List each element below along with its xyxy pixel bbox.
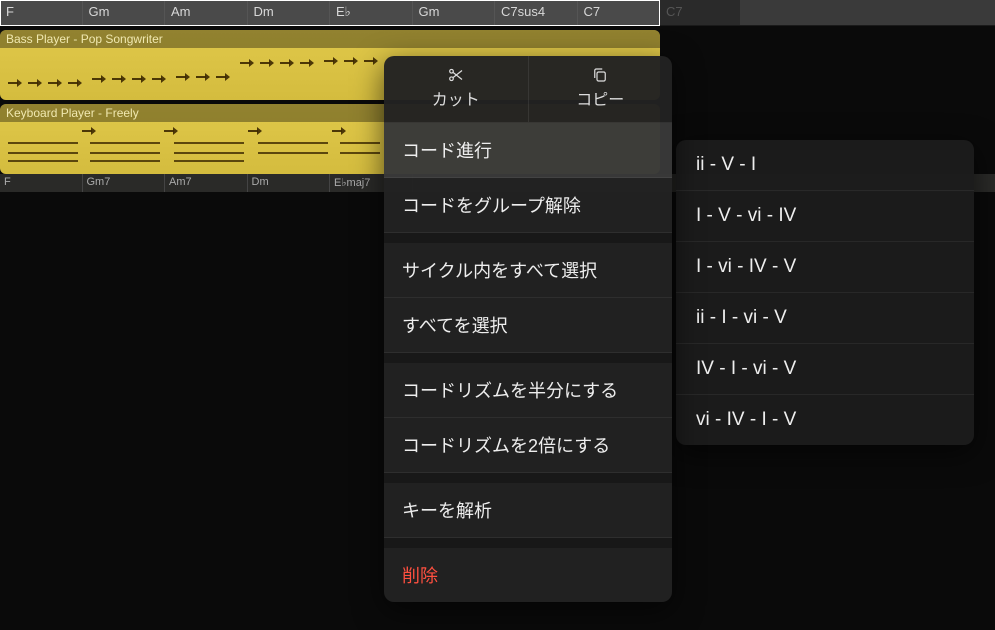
chord-cell[interactable]: Dm xyxy=(248,0,331,25)
chord-cell[interactable]: F xyxy=(0,0,83,25)
menu-item-halve-rhythm[interactable]: コードリズムを半分にする xyxy=(384,363,672,418)
progression-option[interactable]: IV - I - vi - V xyxy=(676,344,974,395)
sub-chord-cell: Dm xyxy=(248,174,331,192)
menu-item-chord-progression[interactable]: コード進行 xyxy=(384,123,672,178)
progression-option[interactable]: I - vi - IV - V xyxy=(676,242,974,293)
scissors-icon xyxy=(446,66,466,84)
chord-cell-disabled: C7 xyxy=(660,0,740,25)
menu-item-ungroup-chords[interactable]: コードをグループ解除 xyxy=(384,178,672,233)
copy-icon xyxy=(590,66,610,84)
chord-cell[interactable]: Gm xyxy=(413,0,496,25)
sub-chord-cell: Am7 xyxy=(165,174,248,192)
menu-separator xyxy=(384,233,672,243)
sub-chord-cell: F xyxy=(0,174,83,192)
menu-item-double-rhythm[interactable]: コードリズムを2倍にする xyxy=(384,418,672,473)
progression-option[interactable]: ii - V - I xyxy=(676,140,974,191)
context-menu-top-row: カット コピー xyxy=(384,56,672,123)
menu-item-select-all[interactable]: すべてを選択 xyxy=(384,298,672,353)
menu-separator xyxy=(384,538,672,548)
progression-submenu: ii - V - I I - V - vi - IV I - vi - IV -… xyxy=(676,140,974,445)
progression-option[interactable]: vi - IV - I - V xyxy=(676,395,974,445)
chord-cell[interactable]: Gm xyxy=(83,0,166,25)
cut-button[interactable]: カット xyxy=(384,56,529,122)
region-label: Bass Player - Pop Songwriter xyxy=(0,30,660,48)
sub-chord-cell: Gm7 xyxy=(83,174,166,192)
menu-item-analyze-key[interactable]: キーを解析 xyxy=(384,483,672,538)
chord-cell[interactable]: Am xyxy=(165,0,248,25)
menu-item-delete[interactable]: 削除 xyxy=(384,548,672,602)
copy-label: コピー xyxy=(576,92,624,109)
menu-separator xyxy=(384,473,672,483)
menu-separator xyxy=(384,353,672,363)
chord-ruler[interactable]: F Gm Am Dm E♭ Gm C7sus4 C7 C7 xyxy=(0,0,995,26)
chord-cell[interactable]: E♭ xyxy=(330,0,413,25)
menu-item-select-in-cycle[interactable]: サイクル内をすべて選択 xyxy=(384,243,672,298)
copy-button[interactable]: コピー xyxy=(529,56,673,122)
chord-cell[interactable]: C7sus4 xyxy=(495,0,578,25)
progression-option[interactable]: I - V - vi - IV xyxy=(676,191,974,242)
context-menu: カット コピー コード進行 コードをグループ解除 サイクル内をすべて選択 すべて… xyxy=(384,56,672,602)
progression-option[interactable]: ii - I - vi - V xyxy=(676,293,974,344)
cut-label: カット xyxy=(432,92,480,109)
chord-cell[interactable]: C7 xyxy=(578,0,661,25)
